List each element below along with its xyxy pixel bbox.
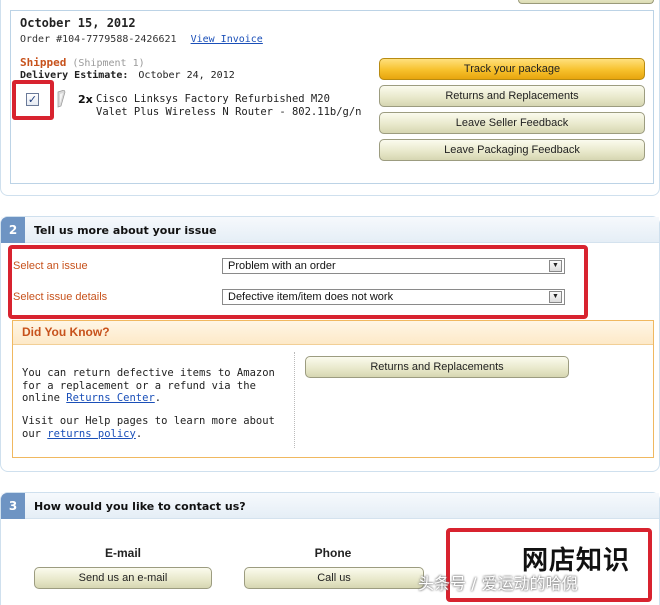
issue-highlight xyxy=(8,245,588,319)
email-title: E-mail xyxy=(104,546,141,560)
step-number: 3 xyxy=(1,493,25,519)
dyk-returns-button[interactable]: Returns and Replacements xyxy=(305,356,569,378)
partial-button[interactable] xyxy=(518,0,654,4)
packaging-feedback-button[interactable]: Leave Packaging Feedback xyxy=(379,139,645,161)
shipment-number: (Shipment 1) xyxy=(72,58,145,69)
phone-title: Phone xyxy=(314,546,352,560)
track-package-button[interactable]: Track your package xyxy=(379,58,645,80)
issue-section-title: Tell us more about your issue xyxy=(34,224,217,237)
step-number: 2 xyxy=(1,217,25,243)
seller-feedback-button[interactable]: Leave Seller Feedback xyxy=(379,112,645,134)
view-invoice-link[interactable]: View Invoice xyxy=(191,34,263,45)
order-number: Order #104-7779588-2426621 xyxy=(20,34,177,45)
delivery-date: October 24, 2012 xyxy=(138,70,235,81)
returns-info-text: You can return defective items to Amazon… xyxy=(22,367,288,405)
returns-center-link[interactable]: Returns Center xyxy=(66,392,155,404)
order-number-line: Order #104-7779588-2426621 View Invoice xyxy=(20,34,263,45)
call-us-button[interactable]: Call us xyxy=(244,567,424,589)
order-date: October 15, 2012 xyxy=(20,16,136,30)
product-name: Cisco Linksys Factory Refurbished M20 Va… xyxy=(96,93,362,118)
item-checkbox[interactable]: ✓ xyxy=(26,93,39,106)
contact-section-title: How would you like to contact us? xyxy=(34,500,246,513)
watermark-caption: 头条号 / 爱运动的哈倪 xyxy=(418,574,578,593)
shipped-label: Shipped xyxy=(20,56,67,69)
router-icon xyxy=(57,90,66,108)
check-icon: ✓ xyxy=(27,93,38,106)
returns-replacements-button[interactable]: Returns and Replacements xyxy=(379,85,645,107)
product-quantity: 2x xyxy=(78,93,93,106)
help-info-end: . xyxy=(135,427,143,440)
help-info-text: Visit our Help pages to learn more about… xyxy=(22,415,288,440)
returns-info-end: . xyxy=(154,392,162,404)
shipment-status: Shipped (Shipment 1) xyxy=(20,56,145,69)
did-you-know-title: Did You Know? xyxy=(22,325,110,339)
returns-policy-link[interactable]: returns policy xyxy=(47,428,136,440)
divider xyxy=(294,352,295,448)
send-email-button[interactable]: Send us an e-mail xyxy=(34,567,212,589)
